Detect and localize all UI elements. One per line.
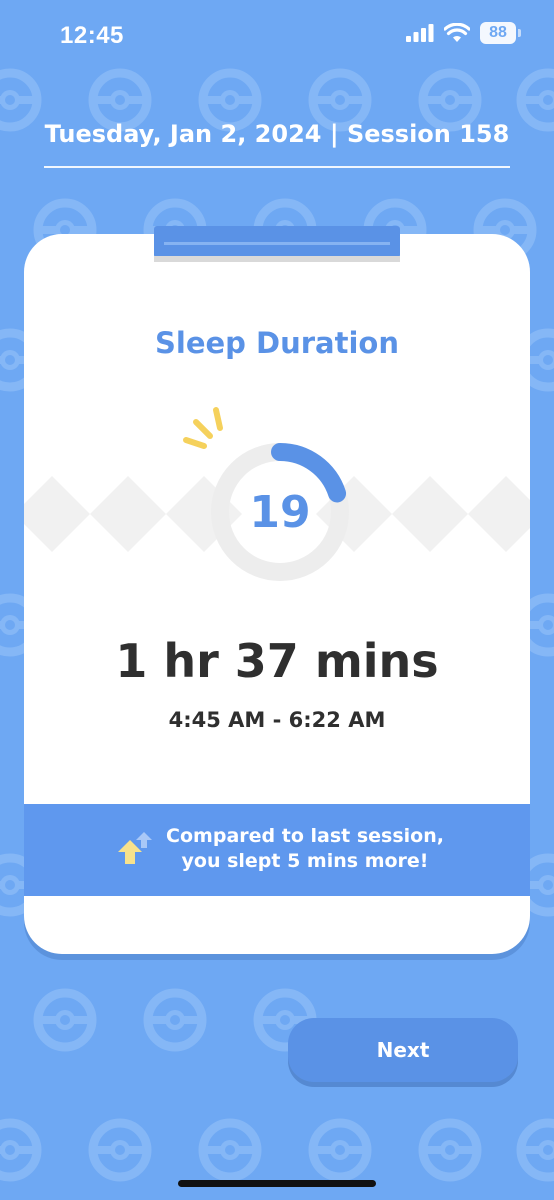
score-number: 19 [249,486,311,538]
session-date-header: Tuesday, Jan 2, 2024 | Session 158 [44,120,510,148]
sleep-duration: 1 hr 37 mins [115,634,439,688]
comparison-line-1: Compared to last session, [166,825,444,847]
battery-level: 88 [489,24,507,41]
sleep-result-card: Sleep Duration 19 1 hr 37 mins 4:45 AM -… [24,234,530,954]
card-clip [154,226,400,262]
next-button[interactable]: Next [288,1018,518,1082]
up-arrows-icon [118,832,152,864]
comparison-text: Compared to last session, you slept 5 mi… [160,824,450,874]
comparison-banner: Compared to last session, you slept 5 mi… [24,804,530,896]
status-icons: 88 [406,22,521,44]
home-indicator [178,1180,376,1187]
signal-icon [406,24,434,42]
status-bar: 12:45 88 [0,0,554,78]
wifi-icon [444,23,470,42]
score-ring: 19 [200,432,360,592]
battery-icon: 88 [480,22,521,44]
card-title: Sleep Duration [155,326,399,360]
sleep-time-range: 4:45 AM - 6:22 AM [168,708,386,732]
status-time: 12:45 [60,22,124,49]
comparison-line-2: you slept 5 mins more! [181,850,429,872]
header-divider [44,166,510,168]
